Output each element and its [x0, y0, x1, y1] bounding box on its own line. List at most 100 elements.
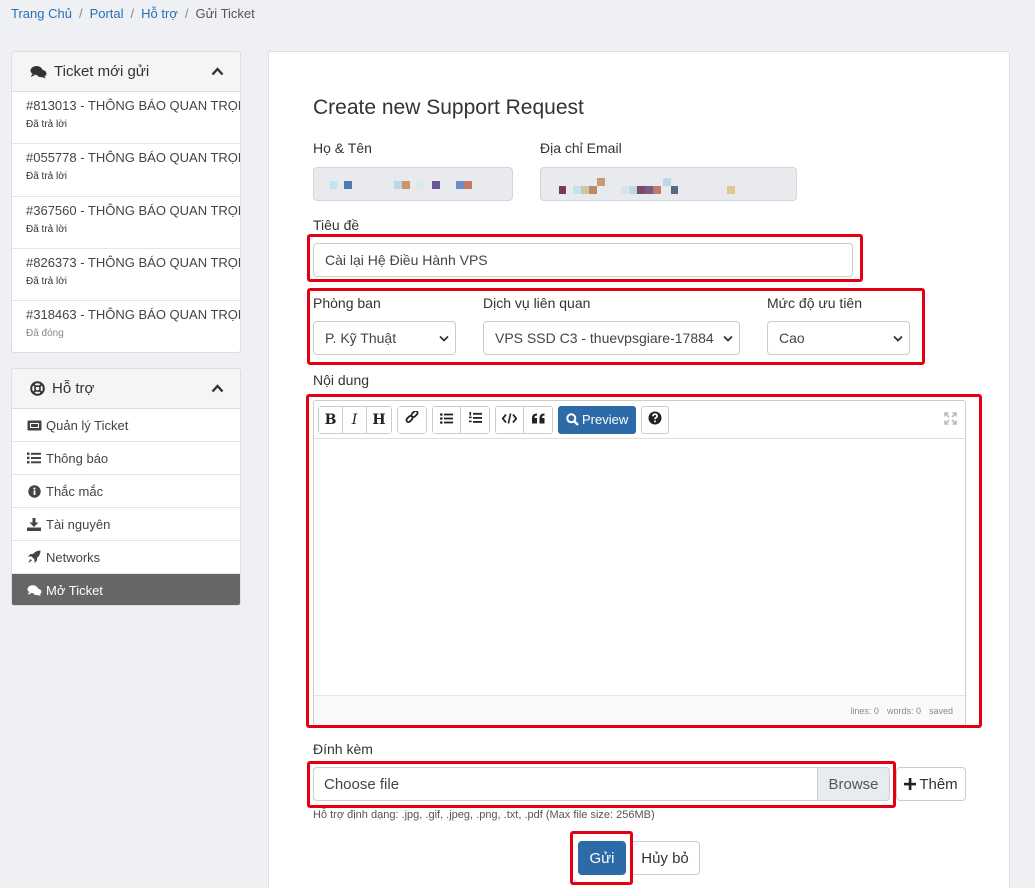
lifebuoy-icon: [30, 381, 45, 396]
cancel-button[interactable]: Hủy bỏ: [630, 841, 700, 875]
comments-icon: [26, 584, 42, 597]
italic-button[interactable]: I: [343, 406, 367, 433]
markdown-editor: B I H Preview lines: 0 words: 0 saved: [313, 400, 966, 726]
ticket-status: Đã trả lời: [26, 171, 68, 183]
service-label: Dịch vụ liên quan: [483, 295, 591, 311]
subject-input[interactable]: Cài lại Hệ Điều Hành VPS: [313, 243, 853, 277]
help-button[interactable]: [641, 405, 670, 434]
nav-item-open-ticket[interactable]: Mở Ticket: [12, 574, 240, 605]
list-icon: [26, 452, 42, 464]
comments-icon: [30, 65, 47, 79]
ticket-status: Đã trả lời: [26, 275, 68, 287]
ticket-icon: [26, 420, 42, 431]
file-placeholder: Choose file: [324, 775, 400, 793]
numbered-list-button[interactable]: [461, 406, 489, 433]
chevron-up-icon[interactable]: [211, 67, 224, 76]
subject-value: Cài lại Hệ Điều Hành VPS: [325, 252, 488, 268]
attachment-label: Đính kèm: [313, 741, 373, 757]
breadcrumb-home[interactable]: Trang Chủ: [11, 6, 72, 21]
submit-button[interactable]: Gửi: [578, 841, 626, 875]
chevron-down-icon: [433, 335, 455, 342]
breadcrumb: Trang Chủ / Portal / Hỗ trợ / Gửi Ticket: [11, 6, 255, 21]
rocket-icon: [26, 550, 42, 564]
preview-button[interactable]: Preview: [558, 405, 637, 434]
ticket-item[interactable]: #367560 - THÔNG BÁO QUAN TRỌNG: N Đã trả …: [12, 197, 240, 249]
numbered-list-icon: [468, 411, 482, 428]
name-label: Họ & Tên: [313, 140, 372, 156]
nav-label: Networks: [46, 549, 101, 565]
words-count: words: 0: [886, 705, 921, 716]
ticket-title[interactable]: #055778 - THÔNG BÁO QUAN TRỌNG: N: [26, 150, 240, 165]
code-button[interactable]: [496, 406, 524, 433]
chevron-down-icon: [887, 335, 909, 342]
download-icon: [26, 517, 42, 531]
ticket-title[interactable]: #813013 - THÔNG BÁO QUAN TRỌNG: N: [26, 98, 240, 113]
code-icon: [501, 412, 518, 428]
name-field[interactable]: [313, 167, 513, 201]
save-status: saved: [928, 705, 953, 716]
panel-title: Ticket mới gửi: [54, 63, 150, 80]
department-select[interactable]: P. Kỹ Thuật: [313, 321, 456, 355]
nav-item-manage-ticket[interactable]: Quản lý Ticket: [12, 409, 240, 442]
ticket-status: Đã trả lời: [26, 223, 68, 235]
nav-item-networks[interactable]: Networks: [12, 541, 240, 574]
nav-item-downloads[interactable]: Tài nguyên: [12, 508, 240, 541]
editor-toolbar: B I H Preview: [314, 401, 965, 439]
nav-label: Quản lý Ticket: [46, 417, 129, 433]
nav-label: Thông báo: [46, 450, 109, 466]
lines-count: lines: 0: [850, 705, 879, 716]
quote-icon: [531, 412, 545, 428]
link-icon: [405, 409, 419, 429]
nav-item-faq[interactable]: Thắc mắc: [12, 475, 240, 508]
breadcrumb-support[interactable]: Hỗ trợ: [141, 6, 178, 21]
support-header[interactable]: Hỗ trợ: [12, 369, 240, 409]
email-field[interactable]: [540, 167, 797, 201]
service-select[interactable]: VPS SSD C3 - thuevpsgiare-17884: [483, 321, 740, 355]
editor-statusbar: lines: 0 words: 0 saved: [314, 695, 965, 725]
support-request-form: Create new Support Request Họ & Tên Địa …: [268, 51, 1010, 888]
quote-button[interactable]: [524, 406, 552, 433]
question-circle-icon: [648, 411, 662, 428]
ticket-title[interactable]: #367560 - THÔNG BÁO QUAN TRỌNG: N: [26, 203, 240, 218]
ticket-status: Đã đóng: [26, 328, 64, 340]
ticket-title[interactable]: #826373 - THÔNG BÁO QUAN TRỌNG: N: [26, 255, 240, 270]
info-icon: [26, 484, 42, 498]
recent-tickets-panel: Ticket mới gửi #813013 - THÔNG BÁO QUAN …: [11, 51, 241, 353]
nav-label: Mở Ticket: [46, 583, 103, 598]
nav-item-announcements[interactable]: Thông báo: [12, 442, 240, 475]
chevron-down-icon: [717, 335, 739, 342]
support-panel: Hỗ trợ Quản lý Ticket Thông báo Thắc mắc…: [11, 368, 241, 606]
ticket-title[interactable]: #318463 - THÔNG BÁO QUAN TRỌNG: N: [26, 307, 240, 322]
department-label: Phòng ban: [313, 295, 381, 311]
priority-label: Mức độ ưu tiên: [767, 295, 863, 311]
browse-button[interactable]: Browse: [817, 768, 889, 800]
priority-select[interactable]: Cao: [767, 321, 910, 355]
ticket-item[interactable]: #826373 - THÔNG BÁO QUAN TRỌNG: N Đã trả …: [12, 249, 240, 302]
ticket-item[interactable]: #055778 - THÔNG BÁO QUAN TRỌNG: N Đã trả …: [12, 144, 240, 197]
plus-icon: [904, 778, 917, 790]
bold-button[interactable]: B: [319, 406, 343, 433]
file-input[interactable]: Choose file Browse: [313, 767, 890, 801]
breadcrumb-portal[interactable]: Portal: [90, 6, 124, 21]
fullscreen-icon[interactable]: [944, 412, 957, 425]
nav-label: Thắc mắc: [46, 483, 104, 499]
file-format-hint: Hỗ trợ định dạng: .jpg, .gif, .jpeg, .pn…: [313, 809, 655, 821]
page-title: Create new Support Request: [313, 96, 584, 119]
breadcrumb-current: Gửi Ticket: [195, 6, 255, 21]
ticket-item[interactable]: #813013 - THÔNG BÁO QUAN TRỌNG: N Đã trả …: [12, 92, 240, 145]
heading-button[interactable]: H: [367, 406, 391, 433]
subject-label: Tiêu đề: [313, 217, 360, 233]
bullet-list-icon: [440, 412, 453, 428]
content-label: Nội dung: [313, 372, 370, 388]
link-button[interactable]: [398, 406, 426, 433]
search-icon: [566, 413, 579, 426]
panel-title: Hỗ trợ: [52, 380, 95, 397]
ticket-item[interactable]: #318463 - THÔNG BÁO QUAN TRỌNG: N Đã đóng: [12, 301, 240, 352]
bullet-list-button[interactable]: [433, 406, 461, 433]
ticket-status: Đã trả lời: [26, 119, 68, 130]
email-label: Địa chỉ Email: [540, 140, 622, 156]
nav-label: Tài nguyên: [46, 516, 111, 532]
recent-tickets-header[interactable]: Ticket mới gửi: [12, 52, 240, 92]
add-attachment-button[interactable]: Thêm: [896, 767, 966, 801]
chevron-up-icon[interactable]: [211, 384, 224, 393]
